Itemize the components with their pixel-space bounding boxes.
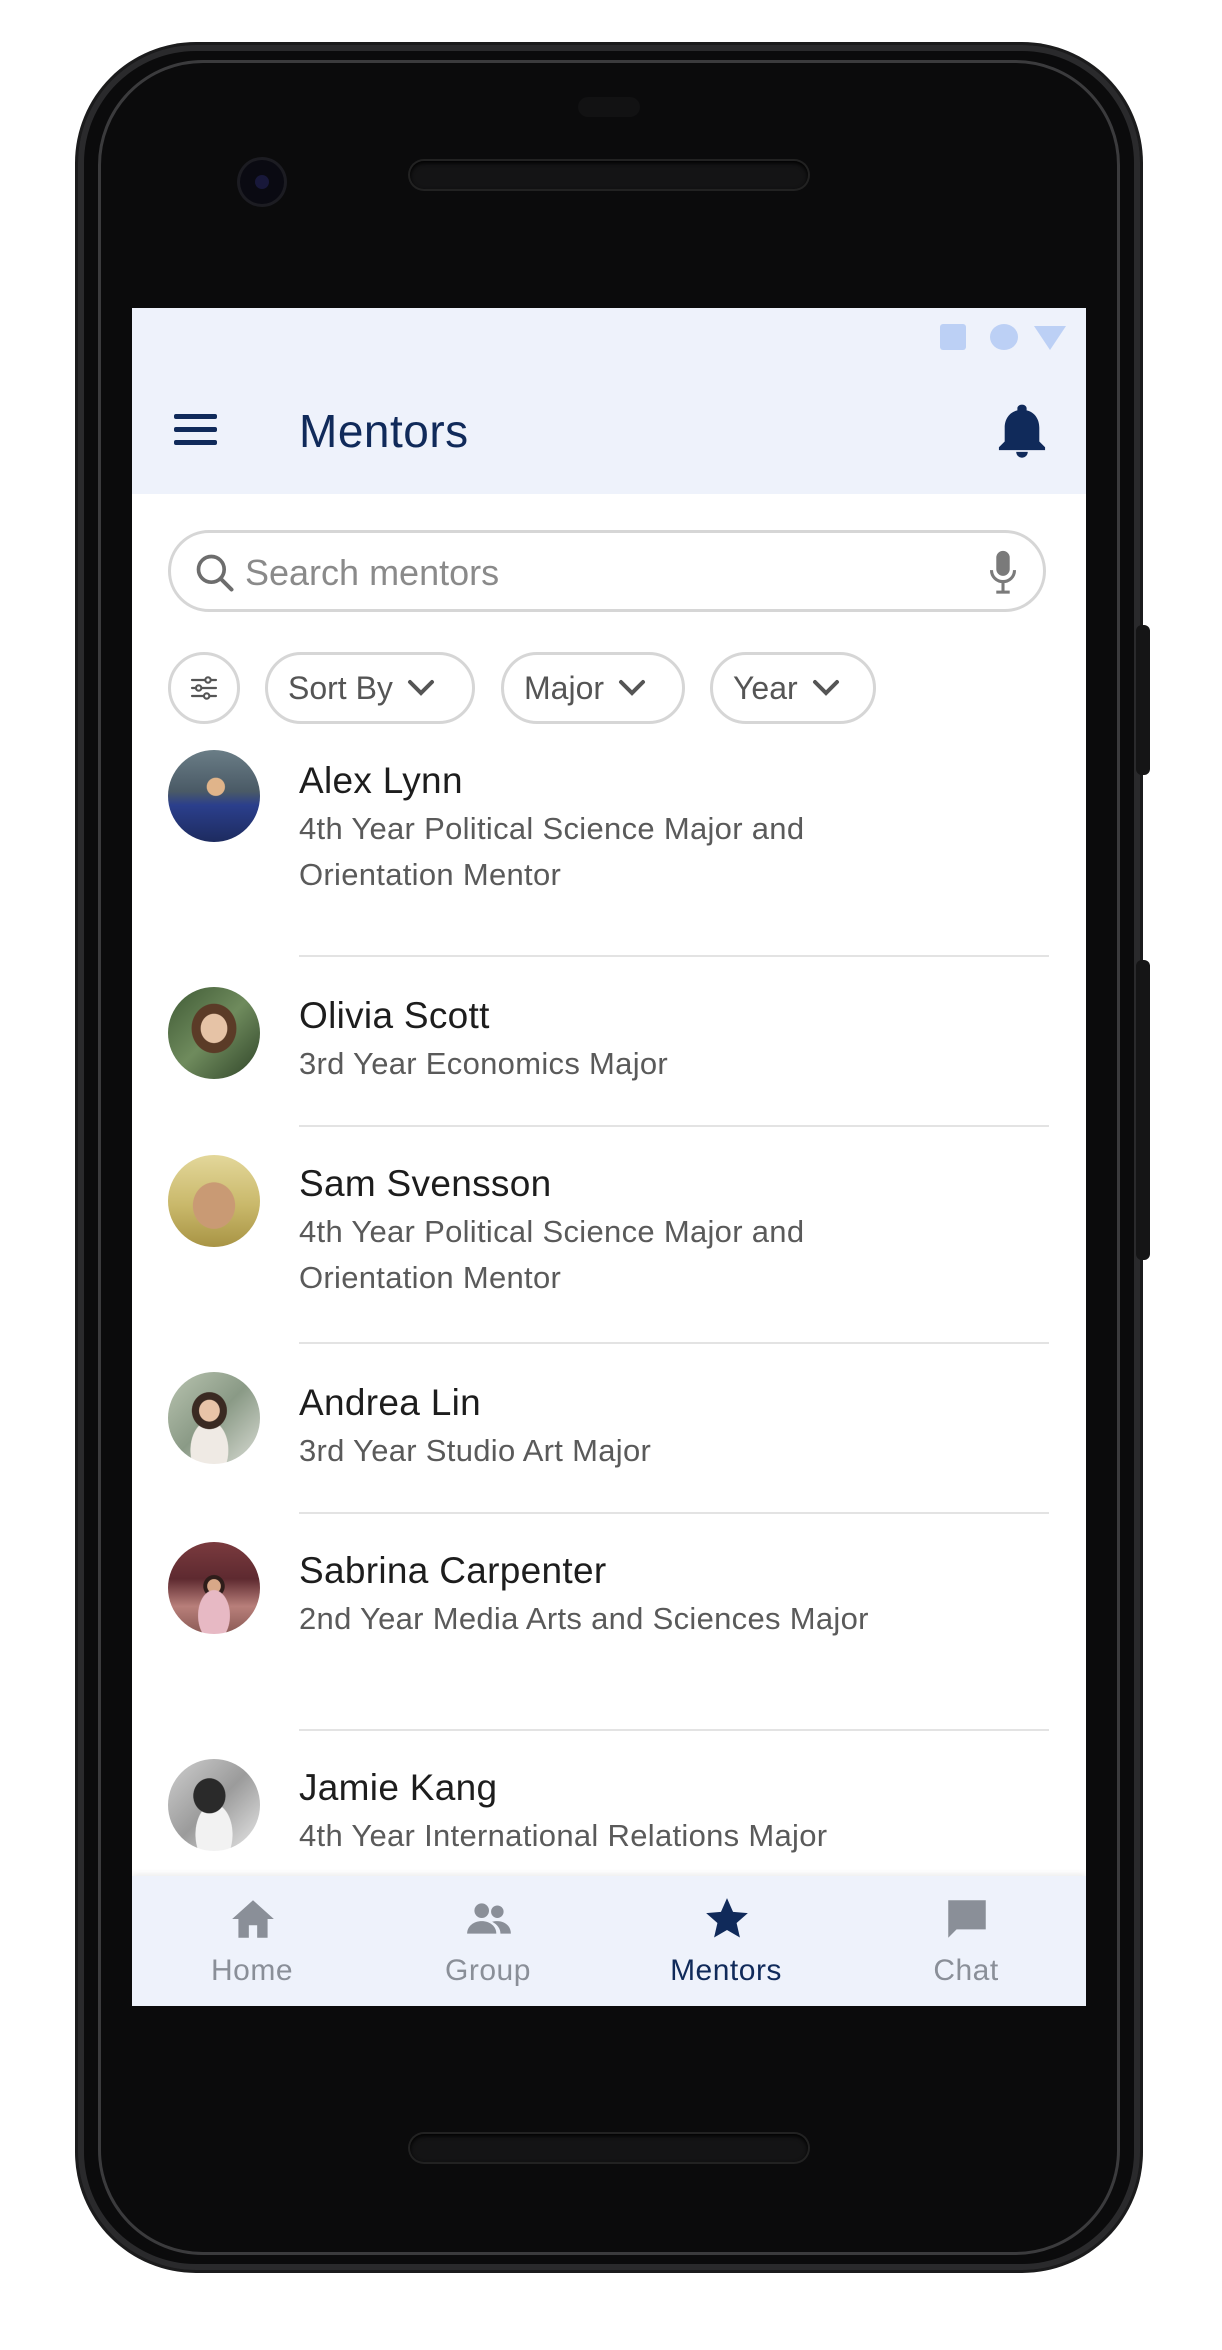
bottom-speaker <box>410 2134 808 2162</box>
microphone-icon[interactable] <box>987 549 1019 595</box>
avatar <box>168 1759 260 1851</box>
mentor-list-item[interactable]: Olivia Scott 3rd Year Economics Major <box>132 957 1086 1127</box>
page-title: Mentors <box>299 405 469 457</box>
mentor-list-item[interactable]: Alex Lynn 4th Year Political Science Maj… <box>132 740 1086 957</box>
earpiece-speaker <box>410 161 808 189</box>
nav-chat[interactable]: Chat <box>846 1876 1086 2006</box>
mentor-description: 2nd Year Media Arts and Sciences Major <box>299 1601 869 1636</box>
mentor-list: Alex Lynn 4th Year Political Science Maj… <box>132 740 1086 1948</box>
sort-by-label: Sort By <box>288 669 393 706</box>
nav-group[interactable]: Group <box>368 1876 608 2006</box>
filter-settings-button[interactable] <box>168 652 240 724</box>
search-input[interactable] <box>243 543 947 603</box>
app-bar: Mentors <box>132 368 1086 494</box>
volume-button <box>1136 960 1150 1260</box>
mentor-description: 4th Year International Relations Major <box>299 1818 828 1853</box>
avatar <box>168 750 260 842</box>
chevron-down-icon <box>407 680 434 696</box>
sort-by-dropdown[interactable]: Sort By <box>265 652 475 724</box>
star-icon <box>706 1898 748 1938</box>
chevron-down-icon <box>812 680 839 696</box>
mentor-description: 3rd Year Studio Art Major <box>299 1433 652 1468</box>
year-label: Year <box>733 669 798 706</box>
proximity-sensor <box>578 97 640 117</box>
major-dropdown[interactable]: Major <box>501 652 685 724</box>
mentor-name: Andrea Lin <box>299 1382 481 1423</box>
mentor-list-item[interactable]: Andrea Lin 3rd Year Studio Art Major <box>132 1344 1086 1514</box>
recents-status-icon <box>940 324 966 350</box>
group-icon <box>467 1903 511 1934</box>
search-bar <box>168 530 1046 612</box>
avatar <box>168 1155 260 1247</box>
menu-icon[interactable] <box>172 406 222 456</box>
front-camera <box>240 160 284 204</box>
nav-mentors[interactable]: Mentors <box>606 1876 846 2006</box>
mentor-name: Sam Svensson <box>299 1163 552 1204</box>
screen: Mentors Sort By <box>132 308 1086 2006</box>
chat-icon <box>948 1900 986 1938</box>
home-status-icon <box>990 324 1018 350</box>
avatar <box>168 1542 260 1634</box>
mentor-description: 4th Year Political Science Major and Ori… <box>299 1214 805 1295</box>
mentor-description: 3rd Year Economics Major <box>299 1046 669 1081</box>
search-icon <box>196 554 234 592</box>
major-label: Major <box>524 669 605 706</box>
avatar <box>168 987 260 1079</box>
mentor-list-item[interactable]: Sabrina Carpenter 2nd Year Media Arts an… <box>132 1514 1086 1731</box>
mentor-name: Sabrina Carpenter <box>299 1550 607 1591</box>
sliders-icon <box>190 676 218 700</box>
notification-bell-icon[interactable] <box>994 400 1050 460</box>
nav-group-label: Group <box>445 1954 531 1987</box>
power-button <box>1136 625 1150 775</box>
mentor-name: Olivia Scott <box>299 995 490 1036</box>
mentor-name: Jamie Kang <box>299 1767 498 1808</box>
home-icon <box>232 1900 274 1938</box>
avatar <box>168 1372 260 1464</box>
mentor-description: 4th Year Political Science Major and Ori… <box>299 811 805 892</box>
nav-mentors-label: Mentors <box>670 1954 782 1987</box>
bottom-navigation: Home Group Mentors Chat <box>132 1876 1086 2006</box>
nav-home[interactable]: Home <box>132 1876 372 2006</box>
nav-chat-label: Chat <box>933 1954 999 1987</box>
chevron-down-icon <box>619 680 646 696</box>
back-status-icon <box>1034 326 1066 350</box>
nav-home-label: Home <box>210 1954 294 1987</box>
mentor-list-item[interactable]: Sam Svensson 4th Year Political Science … <box>132 1127 1086 1344</box>
status-bar <box>132 308 1086 368</box>
year-dropdown[interactable]: Year <box>710 652 876 724</box>
mentor-name: Alex Lynn <box>299 760 463 801</box>
